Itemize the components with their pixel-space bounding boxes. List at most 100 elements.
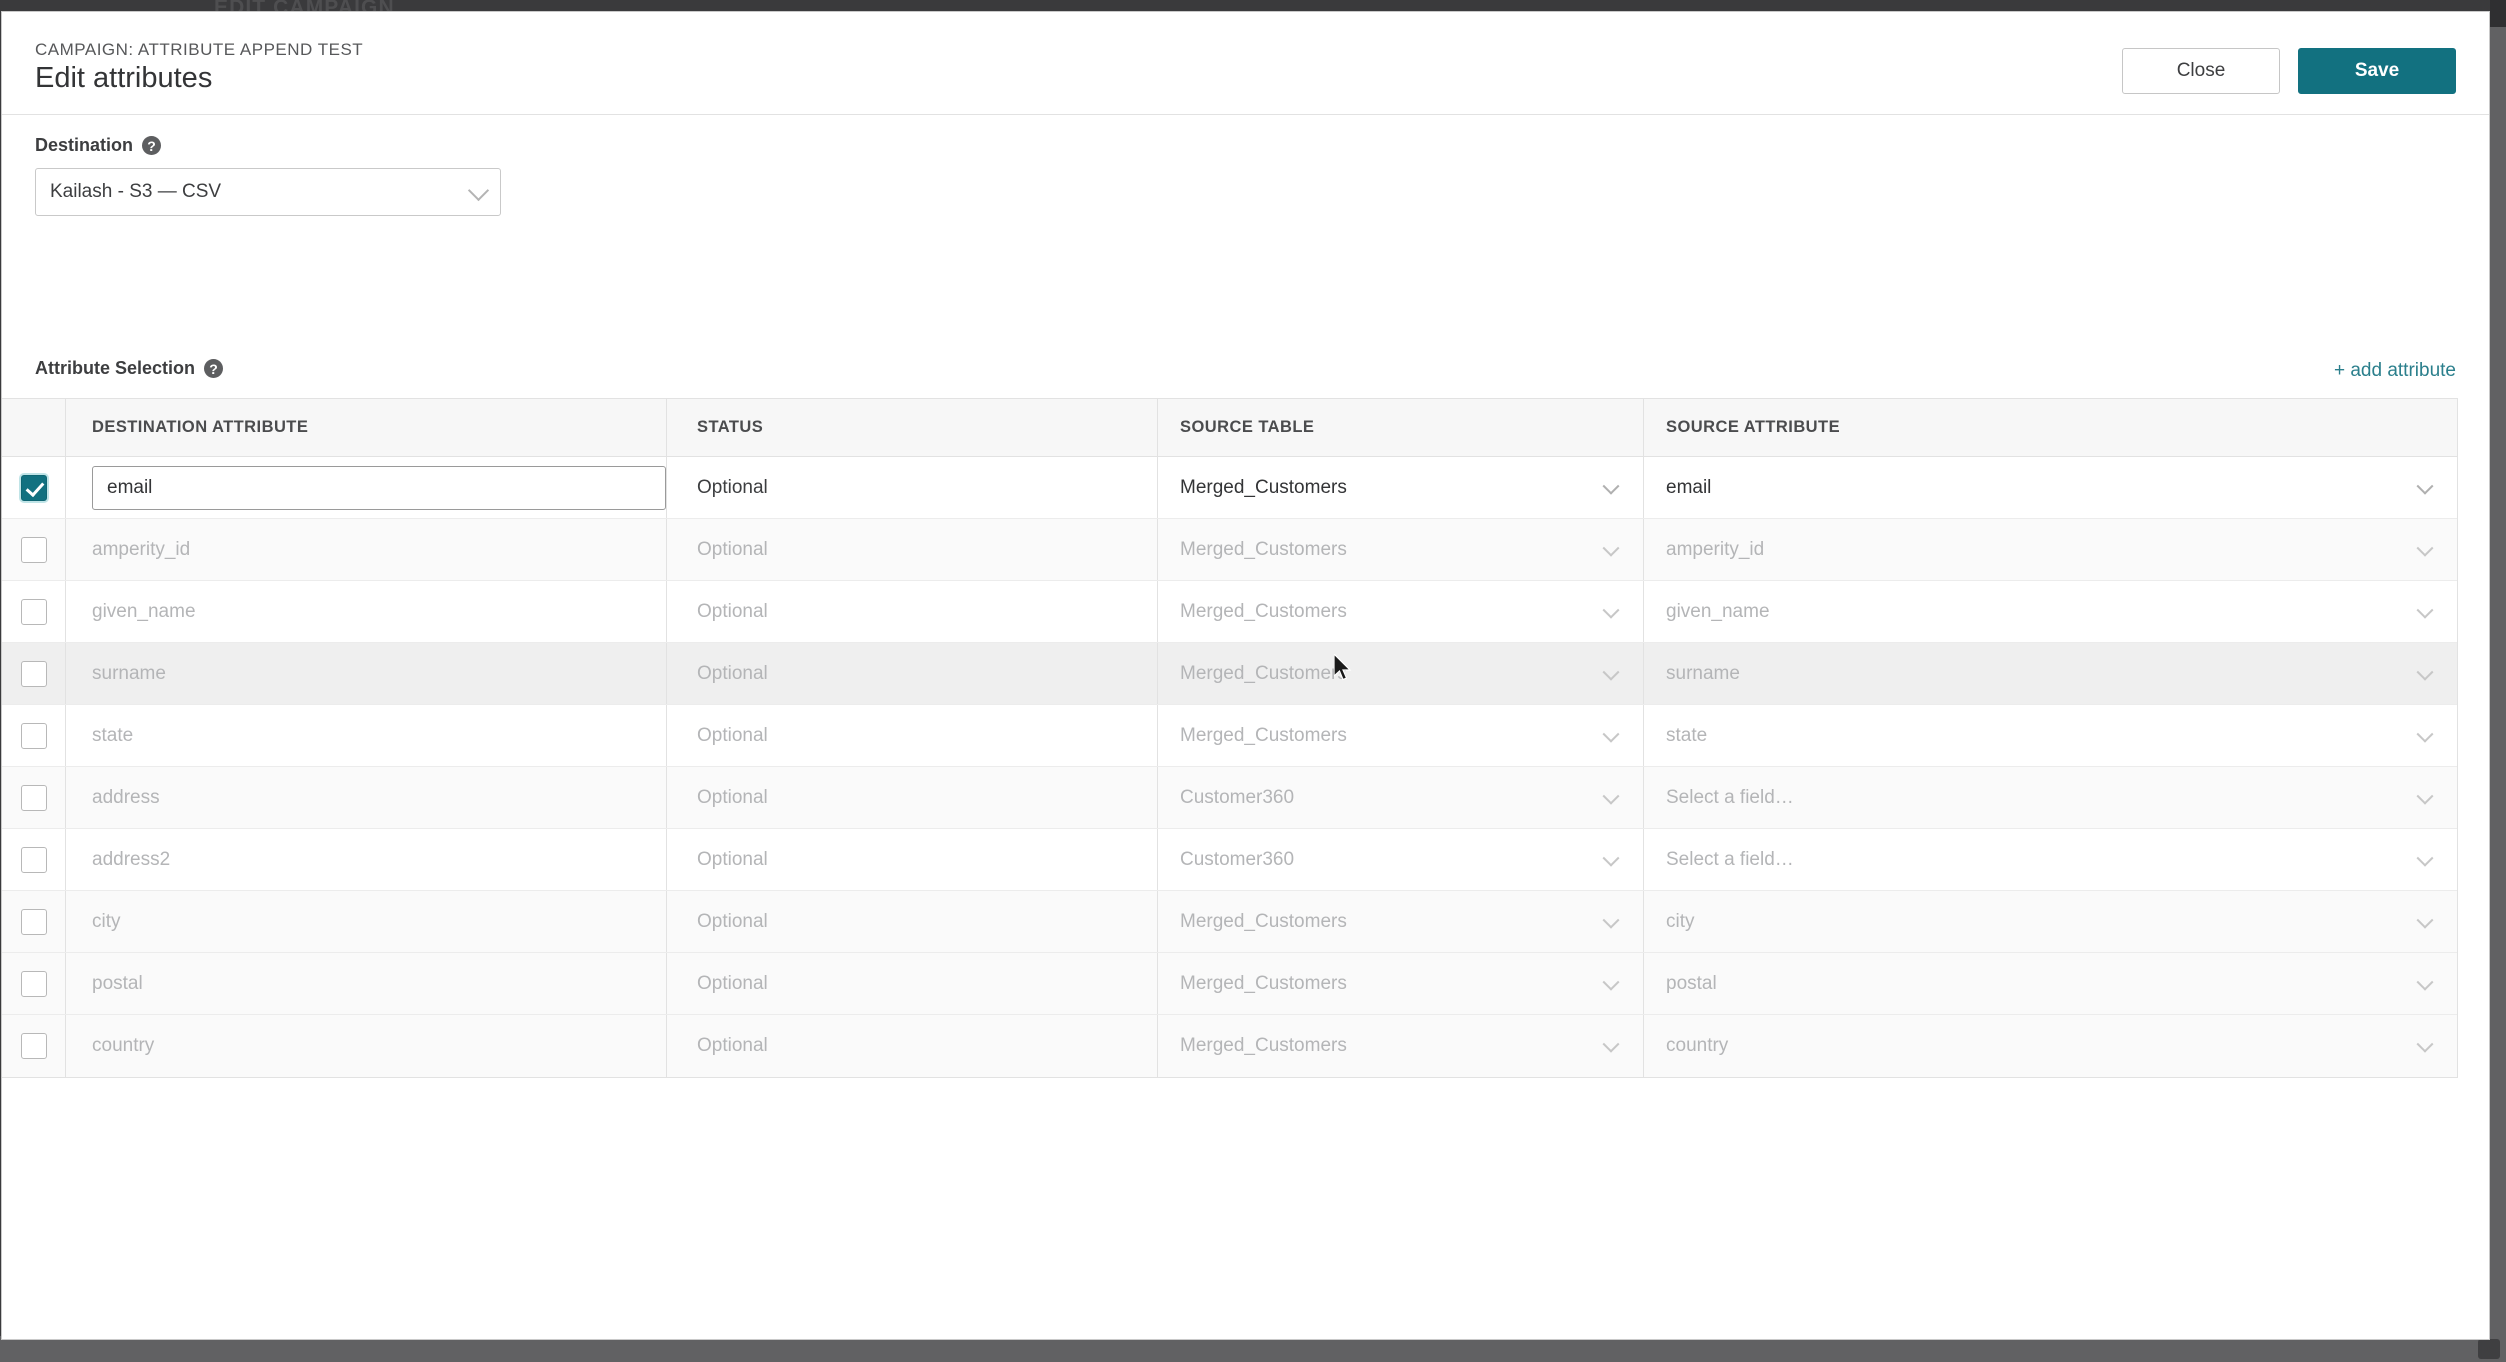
source-attribute-value: given_name	[1666, 600, 1770, 622]
table-cell-checkbox	[2, 891, 66, 952]
table-cell-status: Optional	[667, 953, 1158, 1014]
header-cell-destination-attribute: DESTINATION ATTRIBUTE	[66, 399, 667, 456]
table-cell-source-attribute: Select a field…	[1644, 829, 2457, 890]
chevron-down-icon	[1602, 973, 1620, 991]
table-row[interactable]: city Optional Merged_Customers city	[2, 891, 2457, 953]
table-cell-source-attribute: amperity_id	[1644, 519, 2457, 580]
status-text: Optional	[697, 724, 768, 746]
source-attribute-value: postal	[1666, 972, 1717, 994]
chevron-down-icon	[1602, 725, 1620, 743]
source-attribute-select[interactable]: state	[1666, 705, 2457, 766]
table-row[interactable]: postal Optional Merged_Customers postal	[2, 953, 2457, 1015]
source-attribute-select[interactable]: Select a field…	[1666, 829, 2457, 890]
close-button[interactable]: Close	[2122, 48, 2280, 94]
table-cell-source-attribute: surname	[1644, 643, 2457, 704]
source-attribute-select[interactable]: city	[1666, 891, 2457, 952]
source-attribute-select[interactable]: amperity_id	[1666, 519, 2457, 580]
source-table-select[interactable]: Merged_Customers	[1180, 705, 1643, 766]
row-checkbox[interactable]	[20, 908, 47, 935]
destination-block: Destination ? Kailash - S3 — CSV	[35, 135, 501, 216]
table-row[interactable]: address Optional Customer360 Select a field…	[2, 767, 2457, 829]
header-cell-checkbox	[2, 399, 66, 456]
source-table-select[interactable]: Merged_Customers	[1180, 519, 1643, 580]
destination-attribute-text: postal	[92, 972, 143, 994]
table-cell-source-table: Customer360	[1158, 829, 1644, 890]
modal-header: CAMPAIGN: ATTRIBUTE APPEND TEST Edit att…	[2, 12, 2489, 115]
destination-select[interactable]: Kailash - S3 — CSV	[35, 168, 501, 216]
row-checkbox[interactable]	[20, 660, 47, 687]
edit-attributes-modal: CAMPAIGN: ATTRIBUTE APPEND TEST Edit att…	[1, 11, 2490, 1340]
table-cell-source-attribute: Select a field…	[1644, 767, 2457, 828]
backdrop-vertical-scrollbar[interactable]	[2490, 27, 2506, 1336]
source-attribute-value: email	[1666, 476, 1712, 498]
table-cell-source-attribute: country	[1644, 1015, 2457, 1077]
row-checkbox[interactable]	[20, 1033, 47, 1059]
source-table-select[interactable]: Customer360	[1180, 829, 1643, 890]
table-row[interactable]: country Optional Merged_Customers country	[2, 1015, 2457, 1077]
attribute-selection-label: Attribute Selection	[35, 358, 196, 378]
source-attribute-value: country	[1666, 1035, 1729, 1056]
row-checkbox[interactable]	[20, 970, 47, 997]
status-text: Optional	[697, 476, 768, 498]
table-cell-checkbox	[2, 519, 66, 580]
status-text: Optional	[697, 600, 768, 622]
save-button[interactable]: Save	[2298, 48, 2456, 94]
table-header-row: DESTINATION ATTRIBUTE STATUS SOURCE TABL…	[2, 399, 2457, 457]
source-attribute-select[interactable]: email	[1666, 457, 2457, 518]
table-cell-destination-attribute: address	[66, 767, 667, 828]
row-checkbox[interactable]	[20, 784, 47, 811]
source-table-select[interactable]: Merged_Customers	[1180, 643, 1643, 704]
table-cell-source-attribute: state	[1644, 705, 2457, 766]
row-checkbox[interactable]	[20, 474, 47, 501]
help-circle-icon[interactable]: ?	[142, 136, 162, 155]
status-text: Optional	[697, 1035, 768, 1056]
table-row[interactable]: state Optional Merged_Customers state	[2, 705, 2457, 767]
source-table-select[interactable]: Merged_Customers	[1180, 891, 1643, 952]
source-attribute-select[interactable]: given_name	[1666, 581, 2457, 642]
source-table-select[interactable]: Customer360	[1180, 767, 1643, 828]
table-row[interactable]: surname Optional Merged_Customers surname	[2, 643, 2457, 705]
chevron-down-icon	[467, 179, 490, 202]
table-row[interactable]: given_name Optional Merged_Customers given_…	[2, 581, 2457, 643]
attribute-selection-label-group: Attribute Selection ?	[35, 358, 224, 379]
source-table-select[interactable]: Merged_Customers	[1180, 953, 1643, 1014]
source-attribute-value: state	[1666, 724, 1708, 746]
source-attribute-value: city	[1666, 910, 1695, 932]
source-attribute-select[interactable]: surname	[1666, 643, 2457, 704]
source-table-select[interactable]: Merged_Customers	[1180, 581, 1643, 642]
source-table-select[interactable]: Merged_Customers	[1180, 457, 1643, 518]
table-row[interactable]: amperity_id Optional Merged_Customers amper…	[2, 519, 2457, 581]
source-attribute-select[interactable]: Select a field…	[1666, 767, 2457, 828]
table-cell-destination-attribute: address2	[66, 829, 667, 890]
status-text: Optional	[697, 910, 768, 932]
destination-label-group: Destination ?	[35, 135, 501, 156]
table-cell-source-table: Merged_Customers	[1158, 519, 1644, 580]
table-cell-status: Optional	[667, 519, 1158, 580]
table-row[interactable]: address2 Optional Customer360 Select a fiel…	[2, 829, 2457, 891]
destination-attribute-text: surname	[92, 662, 166, 684]
table-cell-destination-attribute	[66, 457, 667, 518]
chevron-down-icon	[1602, 663, 1620, 681]
add-attribute-button[interactable]: + add attribute	[2334, 360, 2456, 382]
row-checkbox[interactable]	[20, 536, 47, 563]
header-cell-source-attribute: SOURCE ATTRIBUTE	[1666, 418, 1841, 436]
chevron-down-icon	[1602, 539, 1620, 557]
table-cell-source-table: Customer360	[1158, 767, 1644, 828]
source-table-value: Merged_Customers	[1180, 1035, 1347, 1056]
destination-attribute-input[interactable]	[92, 465, 666, 510]
status-text: Optional	[697, 662, 768, 684]
row-checkbox[interactable]	[20, 846, 47, 873]
help-circle-icon[interactable]: ?	[204, 359, 224, 378]
table-cell-destination-attribute: state	[66, 705, 667, 766]
source-table-select[interactable]: Merged_Customers	[1180, 1015, 1643, 1077]
table-row[interactable]: Optional Merged_Customers email	[2, 457, 2457, 519]
source-table-value: Merged_Customers	[1180, 600, 1347, 622]
source-attribute-select[interactable]: country	[1666, 1015, 2457, 1077]
backdrop-scrollbar-thumb[interactable]	[2478, 1339, 2500, 1359]
source-attribute-select[interactable]: postal	[1666, 953, 2457, 1014]
destination-attribute-text: given_name	[92, 600, 196, 622]
row-checkbox[interactable]	[20, 722, 47, 749]
row-checkbox[interactable]	[20, 598, 47, 625]
table-cell-status: Optional	[667, 457, 1158, 518]
chevron-down-icon	[2416, 725, 2434, 743]
